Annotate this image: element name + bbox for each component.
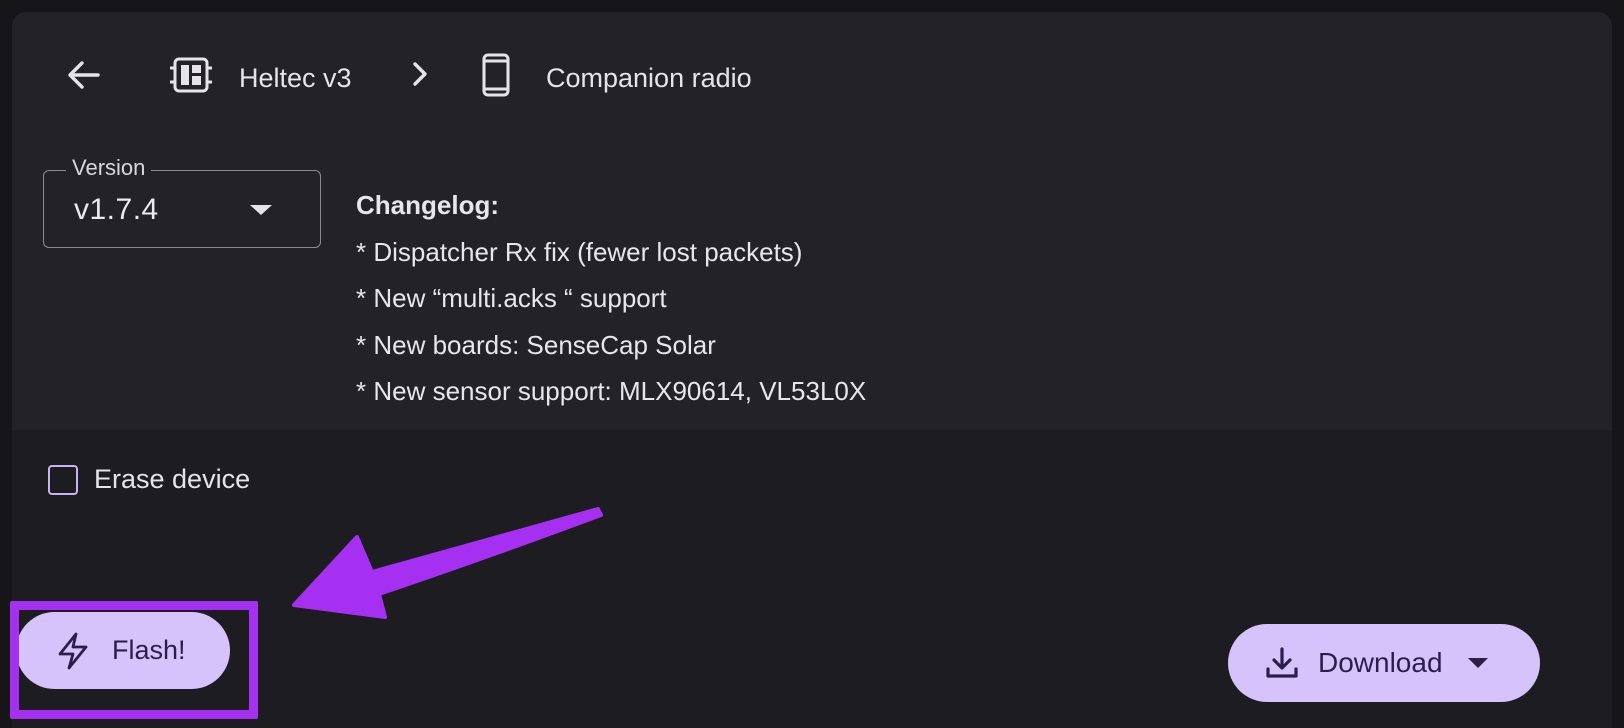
version-label: Version <box>66 155 152 181</box>
back-arrow-icon[interactable] <box>64 55 104 95</box>
changelog-item: * New sensor support: MLX90614, VL53L0X <box>356 376 867 406</box>
erase-device-checkbox[interactable] <box>48 464 78 495</box>
version-value: v1.7.4 <box>74 193 159 226</box>
caret-down-icon <box>248 203 274 217</box>
erase-device-option[interactable]: Erase device <box>48 464 250 495</box>
download-label: Download <box>1318 647 1443 678</box>
breadcrumb-firmware-label: Companion radio <box>546 63 752 93</box>
breadcrumb-board-label[interactable]: Heltec v3 <box>239 63 352 94</box>
changelog-item: * New “multi.acks “ support <box>356 283 667 313</box>
board-icon <box>170 54 212 96</box>
caret-down-icon[interactable] <box>1467 657 1489 669</box>
version-select[interactable]: Version v1.7.4 <box>43 155 321 248</box>
erase-device-label[interactable]: Erase device <box>94 464 250 495</box>
changelog: Changelog: * Dispatcher Rx fix (fewer lo… <box>356 182 866 415</box>
download-icon <box>1264 645 1300 681</box>
firmware-panel: Heltec v3 Companion radio Version v1.7.4 <box>12 12 1612 430</box>
breadcrumb: Heltec v3 Companion radio <box>64 50 752 100</box>
changelog-title: Changelog: <box>356 190 499 220</box>
chevron-right-icon <box>402 56 438 92</box>
phone-icon <box>474 53 518 97</box>
changelog-item: * Dispatcher Rx fix (fewer lost packets) <box>356 236 803 267</box>
download-button[interactable]: Download <box>1228 624 1540 702</box>
annotation-highlight-box <box>10 601 258 719</box>
changelog-item: * New boards: SenseCap Solar <box>356 329 716 360</box>
